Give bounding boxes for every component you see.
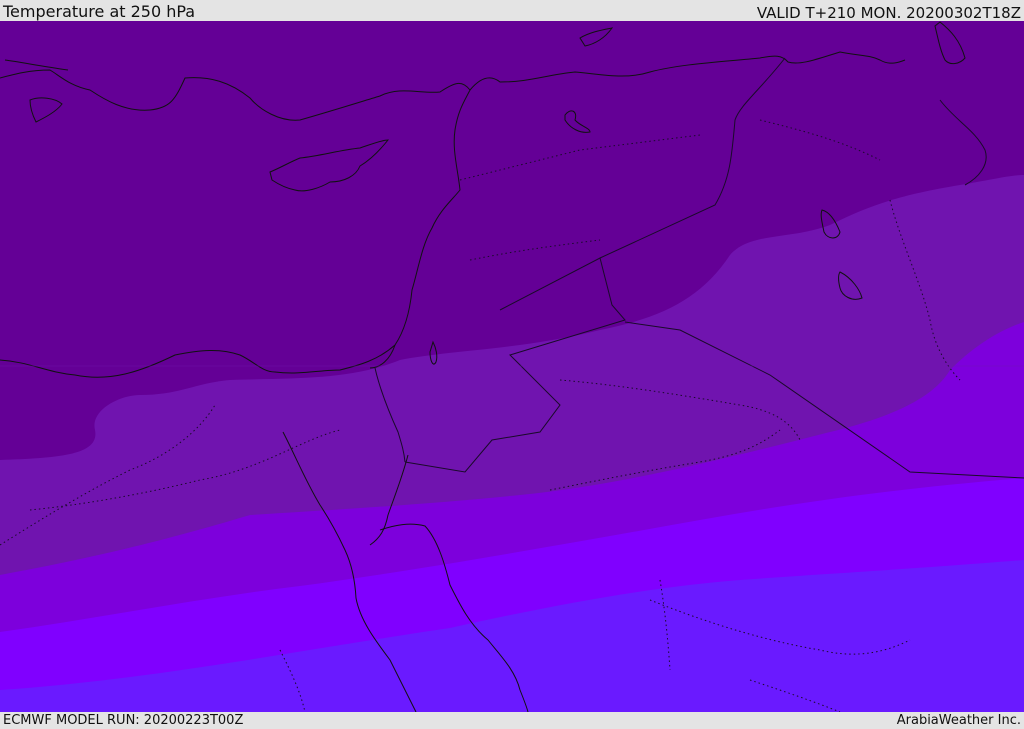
credit-label: ArabiaWeather Inc.	[896, 713, 1021, 728]
header-bar: Temperature at 250 hPa VALID T+210 MON. …	[0, 0, 1024, 22]
model-run: ECMWF MODEL RUN: 20200223T00Z	[3, 713, 244, 728]
footer-bar: ECMWF MODEL RUN: 20200223T00Z ArabiaWeat…	[0, 712, 1024, 729]
temperature-map[interactable]	[0, 21, 1024, 712]
map-title: Temperature at 250 hPa	[3, 2, 196, 21]
valid-time: VALID T+210 MON. 20200302T18Z	[756, 4, 1021, 22]
